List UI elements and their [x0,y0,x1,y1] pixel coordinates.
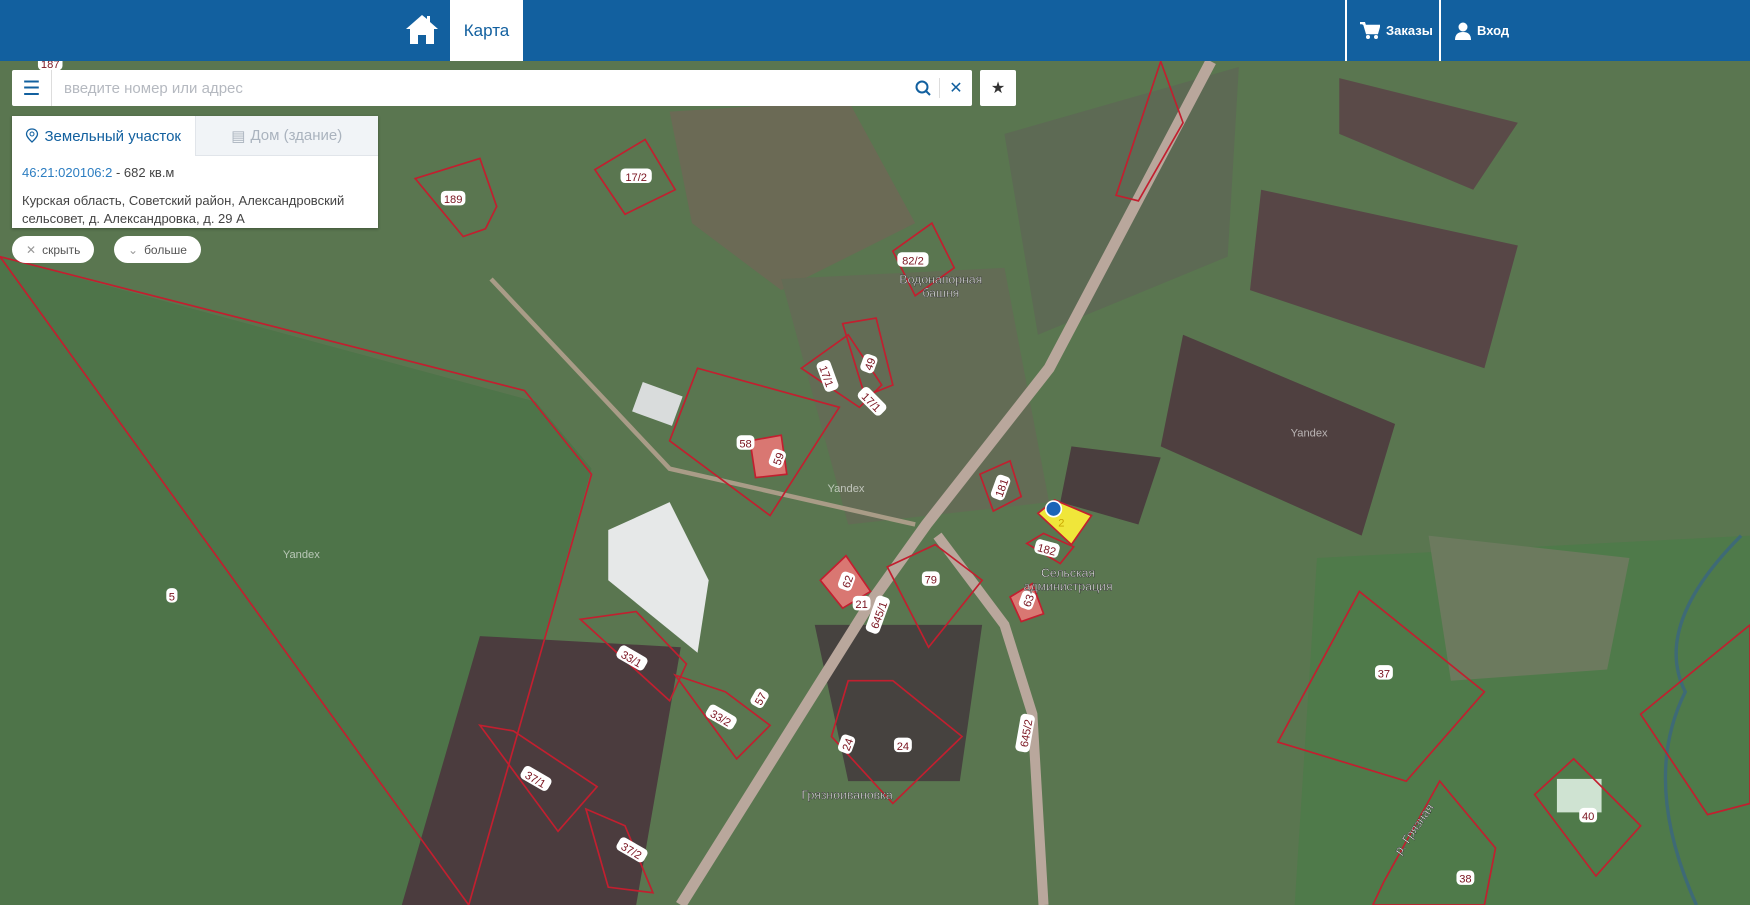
parcel-label[interactable]: 21 [852,595,871,611]
hide-button[interactable]: ✕ скрыть [12,236,95,263]
svg-text:58: 58 [739,438,751,450]
cadastral-number-link[interactable]: 46:21:020106:2 [22,165,112,180]
parcel-label[interactable]: 82/2 [897,252,929,267]
hide-label: скрыть [42,242,81,257]
yandex-watermark: Yandex [1291,427,1328,439]
tab-house[interactable]: ▤ Дом (здание) [194,116,378,156]
svg-text:17/2: 17/2 [625,172,647,184]
parcel-label[interactable]: 37 [1375,665,1393,680]
close-icon: ✕ [26,242,37,257]
orders-button[interactable]: Заказы [1360,0,1433,61]
search-icon [915,80,931,96]
orders-label: Заказы [1386,23,1433,38]
map-pin-icon [26,128,39,143]
cart-icon [1360,21,1380,39]
parcel-label[interactable]: 17/2 [620,168,652,184]
svg-text:21: 21 [855,599,867,611]
search-bar: ☰ ✕ [12,70,972,106]
svg-text:24: 24 [897,741,909,753]
parcel-label[interactable]: 40 [1579,807,1598,823]
svg-text:79: 79 [925,575,937,587]
svg-text:5: 5 [169,591,175,603]
location-marker[interactable] [1044,500,1063,518]
user-icon [1455,22,1471,40]
yandex-watermark: Yandex [827,483,864,495]
parcel-label[interactable]: 24 [893,737,912,753]
parcel-label[interactable]: 5 [166,588,178,603]
search-input[interactable] [52,71,907,105]
address-text: Курская область, Советский район, Алекса… [22,193,345,226]
tab-house-label: Дом (здание) [250,127,343,144]
area-text: - 682 кв.м [112,165,175,180]
svg-text:189: 189 [444,194,463,206]
svg-text:37: 37 [1378,668,1390,680]
svg-text:82/2: 82/2 [902,255,924,267]
svg-text:40: 40 [1582,811,1594,823]
close-icon: ✕ [949,80,963,97]
tab-map[interactable]: Карта [450,0,523,61]
more-button[interactable]: ⌄ больше [114,236,201,263]
login-button[interactable]: Вход [1455,0,1509,61]
hamburger-icon: ☰ [22,77,41,100]
parcel-label[interactable]: 189 [440,190,466,206]
favorites-button[interactable]: ★ [980,70,1016,106]
svg-text:38: 38 [1459,874,1471,886]
tab-land-label: Земельный участок [44,127,181,145]
divider [1345,0,1347,61]
top-navbar: Карта Заказы Вход [0,0,1750,61]
place-label: Грязноивановка [802,788,893,802]
more-label: больше [144,242,187,257]
svg-text:2: 2 [1058,518,1064,530]
login-label: Вход [1477,23,1510,38]
divider [1439,0,1441,61]
building-icon: ▤ [231,127,246,145]
search-button[interactable] [907,70,939,106]
menu-button[interactable]: ☰ [12,70,52,106]
home-icon[interactable] [404,12,440,46]
tab-land-plot[interactable]: Земельный участок [12,116,195,156]
yandex-watermark: Yandex [283,549,320,561]
star-icon: ★ [990,80,1006,97]
parcel-label[interactable]: 79 [921,571,940,587]
chevron-down-icon: ⌄ [128,242,139,257]
info-panel: Земельный участок ▤ Дом (здание) 46:21:0… [12,116,378,228]
clear-button[interactable]: ✕ [940,70,972,106]
parcel-label[interactable]: 58 [736,435,755,450]
parcel-label[interactable]: 38 [1456,870,1475,886]
parcel-label[interactable]: 2 [1055,514,1067,530]
